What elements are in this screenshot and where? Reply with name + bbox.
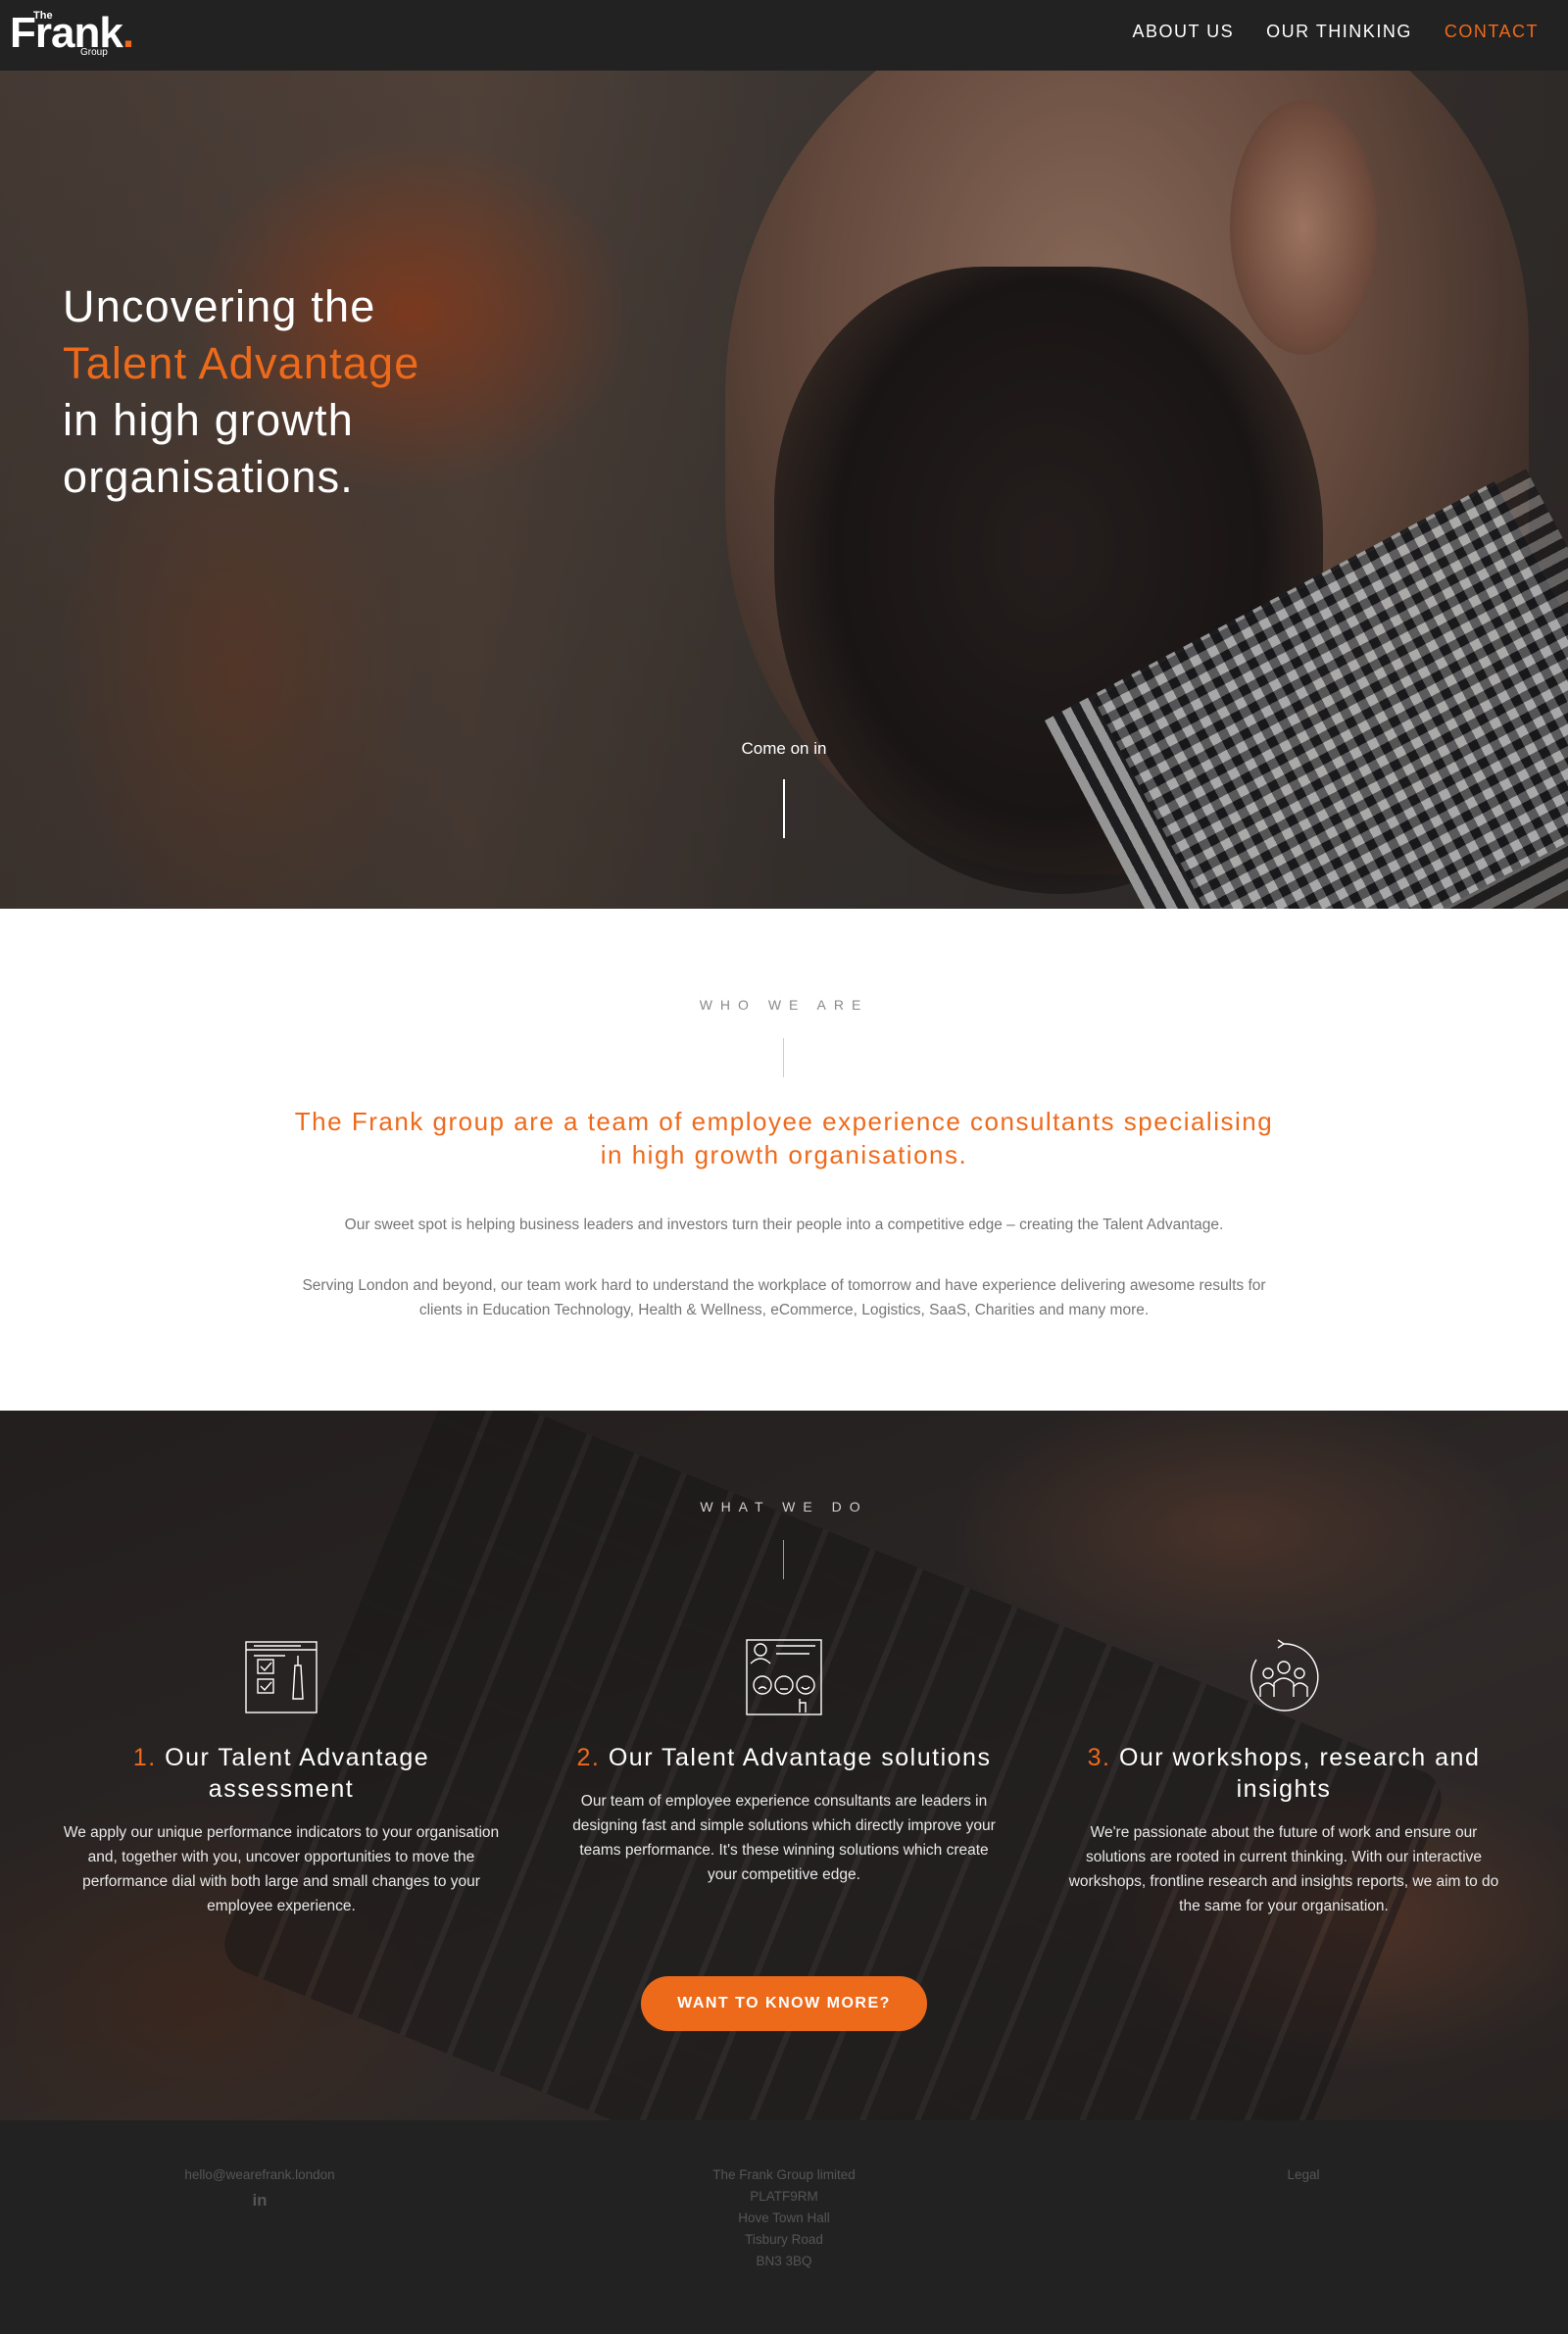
- top-navigation: Frank. The Group ABOUT US OUR THINKING C…: [0, 0, 1568, 71]
- logo-the: The: [33, 10, 53, 22]
- divider-line: [783, 1540, 784, 1579]
- section-eyebrow: WHAT WE DO: [700, 1499, 868, 1515]
- site-footer: hello@wearefrank.london in The Frank Gro…: [0, 2120, 1568, 2334]
- logo-group: Group: [80, 47, 108, 58]
- footer-email-link[interactable]: hello@wearefrank.london: [162, 2164, 358, 2186]
- scroll-indicator-line: [783, 779, 785, 838]
- hero-heading: Uncovering the Talent Advantage in high …: [63, 281, 420, 502]
- service-description: We're passionate about the future of wor…: [1068, 1824, 1499, 1914]
- footer-contact: hello@wearefrank.london in: [162, 2164, 358, 2212]
- service-card: 3. Our workshops, research and insights …: [1063, 1638, 1504, 1918]
- legal-link[interactable]: Legal: [1205, 2164, 1401, 2186]
- service-title: 2. Our Talent Advantage solutions: [576, 1744, 992, 1771]
- want-to-know-more-button[interactable]: WANT TO KNOW MORE?: [641, 1976, 927, 2031]
- footer-legal: Legal: [1205, 2164, 1401, 2186]
- who-lead-text: The Frank group are a team of employee e…: [294, 1107, 1274, 1169]
- what-we-do-section: WHAT WE DO 1. Our Talent Advantage asses…: [0, 1411, 1568, 2120]
- company-name: The Frank Group limited: [712, 2167, 856, 2182]
- who-we-are-section: WHO WE ARE The Frank group are a team of…: [0, 909, 1568, 1411]
- who-paragraph: Serving London and beyond, our team work…: [302, 1277, 1266, 1318]
- service-title: 1. Our Talent Advantage assessment: [132, 1744, 430, 1803]
- nav-contact[interactable]: CONTACT: [1445, 22, 1539, 42]
- who-paragraph: Our sweet spot is helping business leade…: [344, 1217, 1224, 1233]
- service-card: 2. Our Talent Advantage solutions Our te…: [564, 1638, 1004, 1887]
- nav-our-thinking[interactable]: OUR THINKING: [1266, 22, 1412, 42]
- scroll-down-link[interactable]: Come on in: [0, 739, 1568, 759]
- linkedin-icon[interactable]: in: [252, 2190, 267, 2211]
- service-card: 1. Our Talent Advantage assessment We ap…: [61, 1638, 502, 1918]
- service-description: We apply our unique performance indicato…: [63, 1824, 500, 1914]
- footer-address: The Frank Group limited PLATF9RM Hove To…: [686, 2164, 882, 2272]
- team-cycle-icon: [1250, 1639, 1319, 1712]
- main-menu: ABOUT US OUR THINKING CONTACT: [1132, 22, 1539, 42]
- service-title: 3. Our workshops, research and insights: [1087, 1744, 1481, 1803]
- checklist-icon: [245, 1641, 318, 1713]
- nav-about-us[interactable]: ABOUT US: [1132, 22, 1234, 42]
- service-description: Our team of employee experience consulta…: [572, 1793, 996, 1883]
- section-eyebrow: WHO WE ARE: [699, 997, 869, 1013]
- divider-line: [783, 1038, 784, 1077]
- feedback-faces-icon: [746, 1639, 822, 1715]
- frank-group-logo[interactable]: Frank. The Group: [10, 8, 147, 59]
